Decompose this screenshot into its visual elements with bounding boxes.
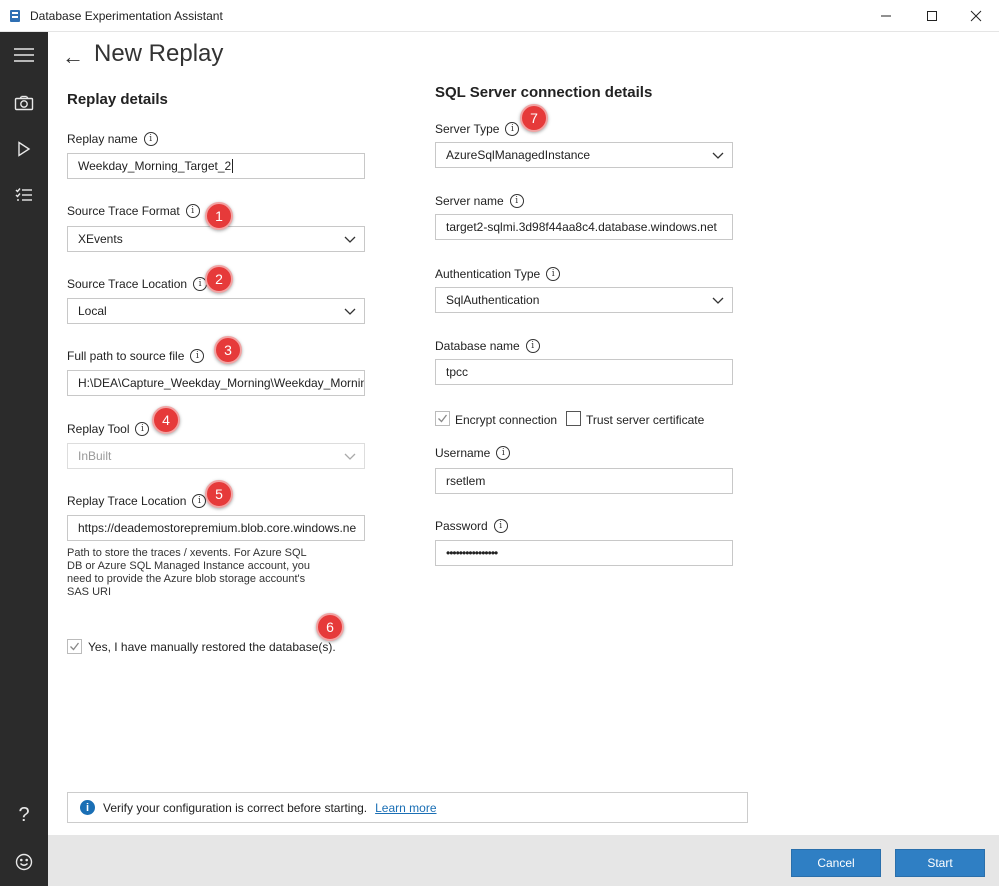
password-input[interactable]: •••••••••••••••• [435, 540, 733, 566]
username-input[interactable]: rsetlem [435, 468, 733, 494]
replay-nav-button[interactable] [0, 129, 48, 169]
back-button[interactable]: ← [62, 44, 84, 70]
annotation-badge-2: 2 [205, 265, 233, 293]
password-label: Password i [435, 519, 508, 533]
info-icon[interactable]: i [143, 132, 158, 146]
help-icon: ? [18, 803, 30, 826]
restored-label: Yes, I have manually restored the databa… [88, 640, 336, 654]
info-icon[interactable]: i [509, 194, 524, 208]
full-path-label: Full path to source file i [67, 349, 205, 363]
checklist-icon [15, 188, 32, 201]
checkmark-icon [70, 642, 80, 651]
start-button[interactable]: Start [895, 849, 985, 877]
replay-trace-location-input[interactable]: https://deademostorepremium.blob.core.wi… [67, 515, 365, 541]
close-button[interactable] [953, 0, 999, 32]
info-icon[interactable]: i [496, 446, 511, 460]
info-bar: i Verify your configuration is correct b… [67, 792, 748, 823]
server-name-input[interactable]: target2-sqlmi.3d98f44aa8c4.database.wind… [435, 214, 733, 240]
annotation-badge-3: 3 [214, 336, 242, 364]
annotation-badge-7: 7 [520, 104, 548, 132]
info-icon[interactable]: i [493, 519, 508, 533]
source-trace-location-select[interactable]: Local [67, 298, 365, 324]
source-trace-location-label: Source Trace Location i [67, 277, 208, 291]
chevron-down-icon [344, 308, 356, 315]
info-icon[interactable]: i [190, 349, 205, 363]
camera-icon [14, 95, 34, 111]
smiley-icon [15, 853, 33, 871]
encrypt-label: Encrypt connection [455, 413, 558, 427]
title-bar: Database Experimentation Assistant [0, 0, 999, 32]
auth-type-label: Authentication Type i [435, 267, 561, 281]
chevron-down-icon [712, 152, 724, 159]
text-cursor [232, 159, 234, 173]
username-label: Username i [435, 446, 511, 460]
analysis-nav-button[interactable] [0, 175, 48, 215]
info-icon[interactable]: i [525, 339, 540, 353]
server-type-label: Server Type i [435, 122, 520, 136]
checkmark-icon [438, 414, 448, 423]
replay-name-label: Replay name i [67, 132, 158, 146]
trust-label: Trust server certificate [586, 413, 705, 427]
annotation-badge-4: 4 [152, 406, 180, 434]
replay-trace-location-label: Replay Trace Location i [67, 494, 207, 508]
window-title: Database Experimentation Assistant [30, 9, 223, 23]
help-button[interactable]: ? [0, 795, 48, 835]
app-icon [10, 10, 20, 22]
sql-heading: SQL Server connection details [435, 84, 653, 101]
info-message: Verify your configuration is correct bef… [103, 800, 368, 815]
full-path-input[interactable]: H:\DEA\Capture_Weekday_Morning\Weekday_M… [67, 370, 365, 396]
cancel-button[interactable]: Cancel [791, 849, 881, 877]
capture-nav-button[interactable] [0, 83, 48, 123]
database-name-input[interactable]: tpcc [435, 359, 733, 385]
restored-checkbox[interactable] [67, 639, 82, 654]
server-type-select[interactable]: AzureSqlManagedInstance [435, 142, 733, 168]
source-trace-format-label: Source Trace Format i [67, 204, 200, 218]
chevron-down-icon [344, 236, 356, 243]
chevron-down-icon [344, 453, 356, 460]
play-icon [18, 141, 31, 157]
annotation-badge-6: 6 [316, 613, 344, 641]
minimize-button[interactable] [863, 0, 909, 32]
info-icon[interactable]: i [546, 267, 561, 281]
auth-type-select[interactable]: SqlAuthentication [435, 287, 733, 313]
sidebar: ? [0, 32, 48, 886]
replay-tool-select: InBuilt [67, 443, 365, 469]
replay-trace-hint: Path to store the traces / xevents. For … [67, 547, 310, 598]
trust-checkbox[interactable] [566, 411, 581, 426]
replay-details-heading: Replay details [67, 91, 168, 108]
database-name-label: Database name i [435, 339, 540, 353]
annotation-badge-5: 5 [205, 480, 233, 508]
feedback-button[interactable] [0, 842, 48, 882]
info-circle-icon: i [80, 800, 95, 815]
info-icon[interactable]: i [185, 204, 200, 218]
source-trace-format-select[interactable]: XEvents [67, 226, 365, 252]
chevron-down-icon [712, 297, 724, 304]
close-icon [970, 10, 982, 22]
maximize-icon [927, 11, 937, 21]
info-icon[interactable]: i [135, 422, 150, 436]
replay-name-input[interactable]: Weekday_Morning_Target_2 [67, 153, 365, 179]
menu-icon [14, 48, 34, 62]
learn-more-link[interactable]: Learn more [375, 801, 436, 815]
menu-button[interactable] [0, 35, 48, 75]
minimize-icon [881, 15, 891, 17]
maximize-button[interactable] [909, 0, 955, 32]
encrypt-checkbox[interactable] [435, 411, 450, 426]
page-title: New Replay [94, 40, 224, 67]
annotation-badge-1: 1 [205, 202, 233, 230]
server-name-label: Server name i [435, 194, 524, 208]
info-icon[interactable]: i [505, 122, 520, 136]
replay-tool-label: Replay Tool i [67, 422, 150, 436]
